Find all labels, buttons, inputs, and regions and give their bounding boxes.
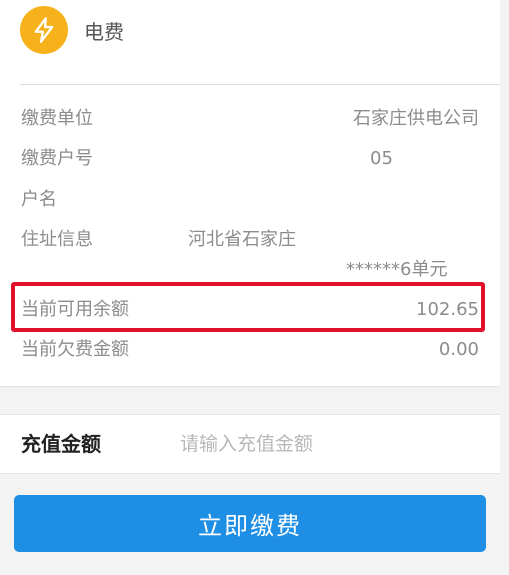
address-label: 住址信息: [21, 229, 93, 250]
bill-header: 电费: [20, 6, 124, 54]
name-row: 户名: [0, 185, 500, 215]
address-row-2: ******6单元: [0, 255, 500, 285]
account-value: 05: [370, 148, 393, 169]
recharge-row: 充值金额: [0, 414, 500, 474]
arrears-row: 当前欠费金额 0.00: [0, 335, 500, 365]
address-line-1: 河北省石家庄: [188, 229, 296, 250]
recharge-label: 充值金额: [21, 432, 101, 456]
account-label: 缴费户号: [21, 148, 93, 169]
card-bottom-border: [0, 386, 500, 387]
name-label: 户名: [21, 189, 57, 210]
unit-label: 缴费单位: [21, 108, 93, 129]
recharge-amount-input[interactable]: [180, 427, 480, 461]
account-row: 缴费户号 05: [0, 144, 500, 174]
address-line-2: ******6单元: [346, 259, 448, 280]
lightning-bolt-icon: [20, 6, 68, 54]
unit-row: 缴费单位 石家庄供电公司: [0, 104, 500, 134]
arrears-value: 0.00: [438, 339, 479, 360]
header-divider: [20, 84, 500, 85]
address-row: 住址信息 河北省石家庄: [0, 225, 500, 255]
bill-type-title: 电费: [84, 19, 124, 44]
pay-now-button[interactable]: 立即缴费: [14, 495, 486, 552]
balance-highlight-box: [11, 282, 485, 332]
bill-info-card: 电费 缴费单位 石家庄供电公司 缴费户号 05 户名 住址信息 河北省石家庄 *…: [0, 0, 500, 386]
unit-value: 石家庄供电公司: [353, 108, 479, 129]
arrears-label: 当前欠费金额: [21, 339, 129, 360]
